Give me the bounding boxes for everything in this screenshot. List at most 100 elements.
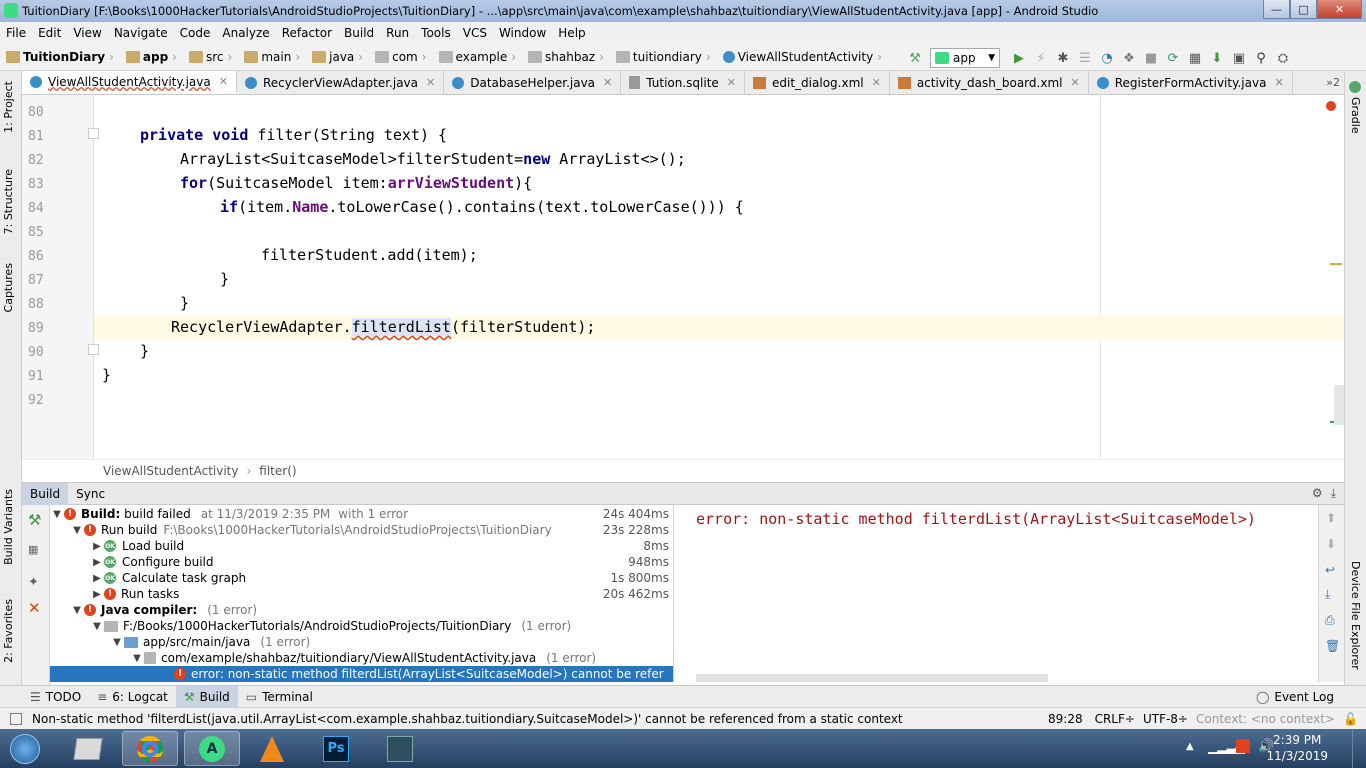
tab-database-helper[interactable]: DatabaseHelper.java ✕ — [444, 71, 622, 94]
tool-event-log[interactable]: ◯ Event Log — [1248, 686, 1342, 707]
tabs-overflow[interactable]: »2 — [1326, 76, 1344, 89]
crumb-class[interactable]: ViewAllStudentActivity › — [717, 50, 882, 64]
favorites-tool-tab[interactable]: 2: Favorites — [2, 599, 15, 663]
pin-icon[interactable]: ✦ — [28, 575, 39, 590]
file-encoding[interactable]: UTF-8÷ — [1143, 712, 1188, 726]
taskbar-photoshop[interactable]: Ps — [308, 731, 364, 766]
crumb-tuitiondiary[interactable]: tuitiondiary › — [610, 50, 711, 64]
coverage-icon[interactable]: ☰ — [1076, 49, 1094, 67]
fold-marker-icon[interactable] — [88, 344, 99, 355]
gradle-tool-tab[interactable]: Gradle — [1349, 97, 1362, 134]
editor-scrollbar[interactable] — [1334, 385, 1344, 425]
caret-position[interactable]: 89:28 — [1048, 712, 1083, 726]
show-hidden-icons[interactable]: ▲ — [1186, 741, 1194, 752]
close-tab-icon[interactable]: ✕ — [1274, 76, 1283, 89]
tool-logcat[interactable]: ≡ 6: Logcat — [89, 686, 176, 707]
taskbar-android-studio[interactable]: A — [184, 731, 240, 766]
crumb-app[interactable]: app › — [120, 50, 177, 64]
action-center-icon[interactable] — [1236, 739, 1250, 753]
chevron-down-icon[interactable]: ▼ — [110, 637, 124, 648]
tree-row-configure-build[interactable]: ▶ OK Configure build 948ms — [50, 554, 673, 570]
context-indicator[interactable]: Context: <no context> — [1196, 712, 1335, 726]
gear-icon[interactable]: ⚙ — [1312, 486, 1323, 501]
avd-manager-icon[interactable]: ▦ — [1186, 49, 1204, 67]
chevron-right-icon[interactable]: ▶ — [90, 541, 104, 552]
close-tab-icon[interactable]: ✕ — [603, 76, 612, 89]
scroll-to-end-icon[interactable]: ⤓ — [1325, 587, 1330, 602]
structure-tool-tab[interactable]: 7: Structure — [2, 169, 15, 234]
chevron-down-icon[interactable]: ▼ — [70, 605, 84, 616]
lock-icon[interactable]: 🔓 — [1343, 712, 1358, 726]
menu-navigate[interactable]: Navigate — [108, 26, 174, 40]
menu-run[interactable]: Run — [380, 26, 415, 40]
warning-marker[interactable] — [1330, 263, 1342, 265]
taskbar-app[interactable] — [372, 731, 428, 766]
taskbar-chrome[interactable] — [122, 731, 178, 766]
search-icon[interactable]: ⚲ — [1252, 49, 1270, 67]
tree-row-source-dir[interactable]: ▼ app/src/main/java (1 error) — [50, 634, 673, 650]
tab-view-all-student-activity[interactable]: ViewAllStudentActivity.java ✕ — [22, 71, 237, 94]
tree-row-project-path[interactable]: ▼ F:/Books/1000HackerTutorials/AndroidSt… — [50, 618, 673, 634]
menu-file[interactable]: File — [0, 26, 32, 40]
minimize-panel-icon[interactable]: ⤓ — [1331, 486, 1336, 501]
system-clock[interactable]: 2:39 PM 11/3/2019 — [1266, 732, 1328, 764]
close-tab-icon[interactable]: ✕ — [727, 76, 736, 89]
start-button[interactable] — [0, 731, 50, 766]
tab-recycler-view-adapter[interactable]: RecyclerViewAdapter.java ✕ — [237, 71, 445, 94]
tree-row-build[interactable]: ▼ ! Build: build failed at 11/3/2019 2:3… — [50, 506, 673, 522]
attach-debugger-icon[interactable]: ❖ — [1120, 49, 1138, 67]
minimize-button[interactable]: — — [1263, 0, 1290, 19]
tree-row-run-tasks[interactable]: ▶ ! Run tasks 20s 462ms — [50, 586, 673, 602]
menu-tools[interactable]: Tools — [415, 26, 457, 40]
tab-tution-sqlite[interactable]: Tution.sqlite ✕ — [621, 71, 746, 94]
sync-gradle-icon[interactable]: ⟳ — [1164, 49, 1182, 67]
tool-terminal[interactable]: ▭ Terminal — [238, 686, 321, 707]
chevron-down-icon[interactable]: ▼ — [50, 509, 64, 520]
menu-help[interactable]: Help — [552, 26, 591, 40]
menu-code[interactable]: Code — [174, 26, 217, 40]
down-arrow-icon[interactable]: ⬇ — [1326, 537, 1336, 551]
stop-icon[interactable]: ■ — [1142, 49, 1160, 67]
menu-build[interactable]: Build — [338, 26, 380, 40]
error-stripe-icon[interactable] — [1326, 101, 1336, 111]
toggle-view-icon[interactable]: ▦ — [28, 543, 38, 556]
maximize-button[interactable]: □ — [1290, 0, 1317, 19]
chevron-down-icon[interactable]: ▼ — [70, 525, 84, 536]
run-icon[interactable]: ▶ — [1010, 49, 1028, 67]
tab-build[interactable]: Build — [22, 482, 69, 505]
debug-icon[interactable]: ✱ — [1054, 49, 1072, 67]
tree-row-java-compiler[interactable]: ▼ ! Java compiler: (1 error) — [50, 602, 673, 618]
taskbar-file-explorer[interactable] — [60, 731, 116, 766]
chevron-right-icon[interactable]: ▶ — [90, 557, 104, 568]
close-tab-icon[interactable]: ✕ — [872, 76, 881, 89]
hammer-icon[interactable]: ⚒ — [28, 511, 41, 529]
project-structure-icon[interactable]: ▣ — [1230, 49, 1248, 67]
chevron-down-icon[interactable]: ▼ — [130, 653, 144, 664]
profiler-icon[interactable]: ◔ — [1098, 49, 1116, 67]
line-separator[interactable]: CRLF÷ — [1095, 712, 1135, 726]
sdk-manager-icon[interactable]: ⬇ — [1208, 49, 1226, 67]
menu-window[interactable]: Window — [493, 26, 552, 40]
crumb-project[interactable]: TuitionDiary › — [0, 50, 114, 64]
chevron-right-icon[interactable]: ▶ — [90, 589, 104, 600]
close-tab-icon[interactable]: ✕ — [1070, 76, 1079, 89]
tool-todo[interactable]: ☰ TODO — [22, 686, 89, 707]
fold-marker-icon[interactable] — [88, 128, 99, 139]
run-config-dropdown[interactable]: app ▼ — [930, 48, 1000, 68]
crumb-src[interactable]: src › — [183, 50, 232, 64]
build-output-console[interactable]: error: non-static method filterdList(Arr… — [673, 505, 1318, 682]
tree-row-calculate-task-graph[interactable]: ▶ OK Calculate task graph 1s 800ms — [50, 570, 673, 586]
project-tool-tab[interactable]: 1: Project — [2, 81, 15, 133]
menu-vcs[interactable]: VCS — [457, 26, 493, 40]
tab-register-form-activity[interactable]: RegisterFormActivity.java ✕ — [1089, 71, 1293, 94]
tab-sync[interactable]: Sync — [68, 483, 113, 505]
close-tab-icon[interactable]: ✕ — [219, 75, 228, 88]
toggle-tool-windows-icon[interactable] — [10, 712, 22, 725]
chevron-right-icon[interactable]: ▶ — [90, 573, 104, 584]
crumb-main[interactable]: main › — [238, 50, 300, 64]
breadcrumb-method[interactable]: filter() — [259, 464, 296, 478]
apply-changes-icon[interactable]: ⚡ — [1032, 49, 1050, 67]
show-desktop-button[interactable] — [1352, 729, 1366, 768]
menu-refactor[interactable]: Refactor — [276, 26, 338, 40]
trash-icon[interactable]: 🗑 — [1325, 639, 1340, 653]
